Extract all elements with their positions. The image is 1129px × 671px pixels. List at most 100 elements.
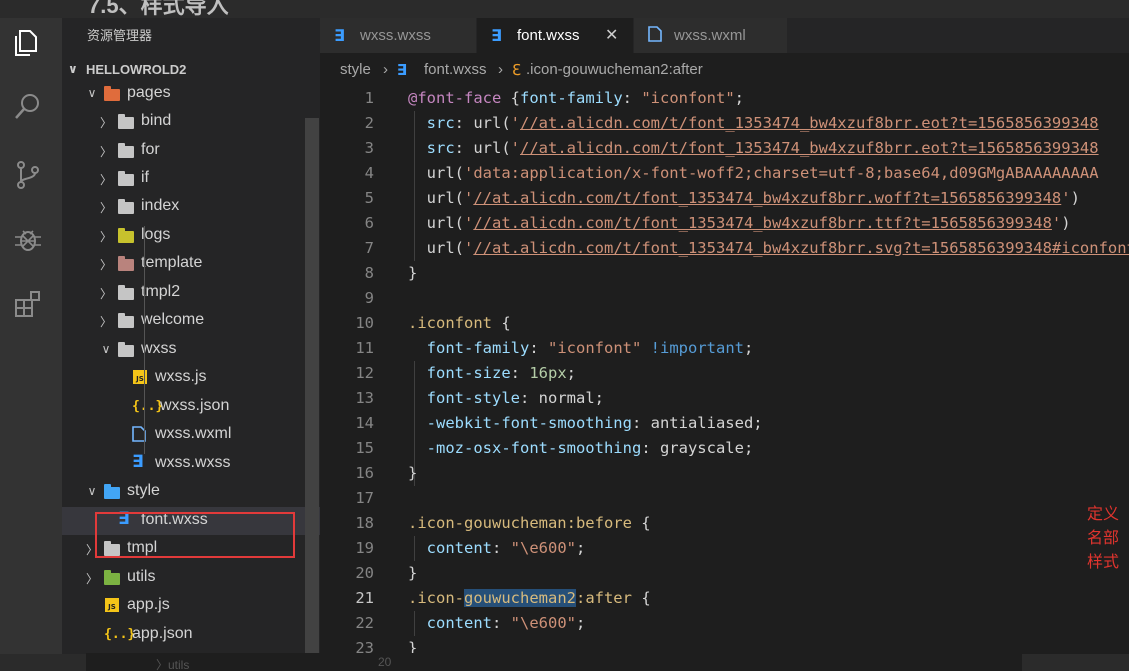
code-line[interactable]: 20} [320,561,1129,586]
code-token: url( [408,239,464,257]
tab-label: wxss.wxss [360,27,431,44]
tree-item-bind[interactable]: 〉 bind [62,108,320,136]
tree-item-label: wxss.wxss [155,454,231,471]
chevron-down-icon: ∨ [101,342,111,356]
line-number: 6 [364,214,374,232]
code-line[interactable]: 21 .icon-gouwucheman2:after { [320,586,1129,611]
tree-item-wxss-js[interactable]: JS wxss.js [62,364,320,392]
svg-text:JS: JS [107,603,116,611]
tree-item-wxss-wxml[interactable]: wxss.wxml [62,421,320,449]
tree-item-label: logs [141,226,171,243]
folder-icon [118,199,134,214]
tab-wxss-wxss[interactable]: ∃ wxss.wxss [320,18,477,53]
line-number: 18 [355,514,374,532]
background-heading: 7.5、样式导入 [88,0,229,18]
tree-item-app-json[interactable]: {..} app.json [62,621,320,649]
tree-item-wxss-wxss[interactable]: ∃ wxss.wxss [62,450,320,478]
tree-item-label: app.json [132,625,193,642]
tree-item-wxss-json[interactable]: {..} wxss.json [62,393,320,421]
code-line[interactable]: 17 [320,486,1129,511]
code-token: ) [1061,214,1071,232]
tree-item-label: wxss.wxml [155,425,232,442]
tree-item-welcome[interactable]: 〉 welcome [62,307,320,335]
tree-item-app-js[interactable]: JS app.js [62,592,320,620]
tree-item-if[interactable]: 〉 if [62,165,320,193]
breadcrumb-folder[interactable]: style [340,61,371,78]
tree-item-style[interactable]: ∨ style [62,478,320,506]
code-line[interactable]: 4 url('data:application/x-font-woff2;cha… [320,161,1129,186]
search-icon[interactable] [11,90,45,124]
code-token: "\e600" [510,614,576,632]
code-token: font-family [520,89,623,107]
code-text: } [408,264,417,282]
breadcrumb-symbol[interactable]: .icon-gouwucheman2:after [526,61,703,78]
code-token: //at.alicdn.com/t/font_1353474_bw4xzuf8b… [473,214,1052,232]
tree-item-logs[interactable]: 〉 logs [62,222,320,250]
code-line[interactable]: 6 url('//at.alicdn.com/t/font_1353474_bw… [320,211,1129,236]
source-control-icon[interactable] [11,158,45,192]
code-line[interactable]: 8} [320,261,1129,286]
tree-item-label: wxss [141,340,177,357]
tree-item-wxss[interactable]: ∨ wxss [62,336,320,364]
tree-item-for[interactable]: 〉 for [62,137,320,165]
code-line[interactable]: 11 font-family: "iconfont" !important; [320,336,1129,361]
code-token: } [408,464,418,482]
code-line[interactable]: 7 url('//at.alicdn.com/t/font_1353474_bw… [320,236,1129,261]
code-line[interactable]: 2 src: url('//at.alicdn.com/t/font_13534… [320,111,1129,136]
close-icon[interactable]: ✕ [605,25,618,45]
workspace-section-header[interactable]: ∨ HELLOWROLD2 [62,58,320,82]
tree-item-template[interactable]: 〉 template [62,250,320,278]
tab-font-wxss[interactable]: ∃ font.wxss ✕ [477,18,634,53]
code-line[interactable]: 10 .iconfont { [320,311,1129,336]
code-line[interactable]: 13 font-style: normal; [320,386,1129,411]
code-line[interactable]: 18 .icon-gouwucheman:before { [320,511,1129,536]
code-token: : url( [454,139,511,157]
tree-item-pages[interactable]: ∨ pages [62,80,320,108]
line-number: 14 [355,414,374,432]
code-line[interactable]: 16} [320,461,1129,486]
tab-wxss-wxml[interactable]: wxss.wxml [634,18,788,53]
chevron-down-icon: ∨ [68,62,78,76]
sidebar-scrollbar[interactable] [305,118,319,654]
code-token: 16px [529,364,567,382]
code-line[interactable]: 12 font-size: 16px; [320,361,1129,386]
code-token: url( [408,164,464,182]
chevron-right-icon: 〉 [100,315,113,329]
tree-item-tmpl2[interactable]: 〉 tmpl2 [62,279,320,307]
code-token: ; [566,364,577,382]
workspace-name: HELLOWROLD2 [86,62,187,77]
code-line[interactable]: 14 -webkit-font-smoothing: antialiased; [320,411,1129,436]
line-number: 11 [355,339,374,357]
tree-item-index[interactable]: 〉 index [62,193,320,221]
code-line[interactable]: 9 [320,286,1129,311]
code-token: :after [575,589,632,607]
line-number: 8 [364,264,374,282]
code-line[interactable]: 5 url('//at.alicdn.com/t/font_1353474_bw… [320,186,1129,211]
chevron-right-icon: 〉 [100,258,113,272]
extensions-icon[interactable] [11,288,45,322]
wxss-file-icon: ∃ [132,452,144,471]
tree-item-label: style [127,482,160,499]
code-line[interactable]: 23} [320,636,1129,654]
explorer-icon[interactable] [11,26,45,60]
tree-item-label: welcome [141,311,205,328]
chevron-right-icon: 〉 [86,572,99,586]
chevron-right-icon: 〉 [100,230,113,244]
tree-item-utils[interactable]: 〉 utils [62,564,320,592]
line-number: 19 [355,539,374,557]
code-line[interactable]: 22 content: "\e600"; [320,611,1129,636]
chevron-right-icon: 〉 [100,287,113,301]
line-number: 1 [364,89,374,107]
breadcrumb-file[interactable]: font.wxss [424,61,487,78]
line-number: 23 [355,639,374,654]
code-line[interactable]: 1 @font-face {font-family: "iconfont"; [320,86,1129,111]
code-line[interactable]: 3 src: url('//at.alicdn.com/t/font_13534… [320,136,1129,161]
code-token: { [631,589,651,607]
tree-item-label: wxss.js [155,368,207,385]
code-text: .iconfont { [408,314,511,332]
debug-icon[interactable] [11,222,45,256]
code-line[interactable]: 15 -moz-osx-font-smoothing: grayscale; [320,436,1129,461]
code-line[interactable]: 19 content: "\e600"; [320,536,1129,561]
